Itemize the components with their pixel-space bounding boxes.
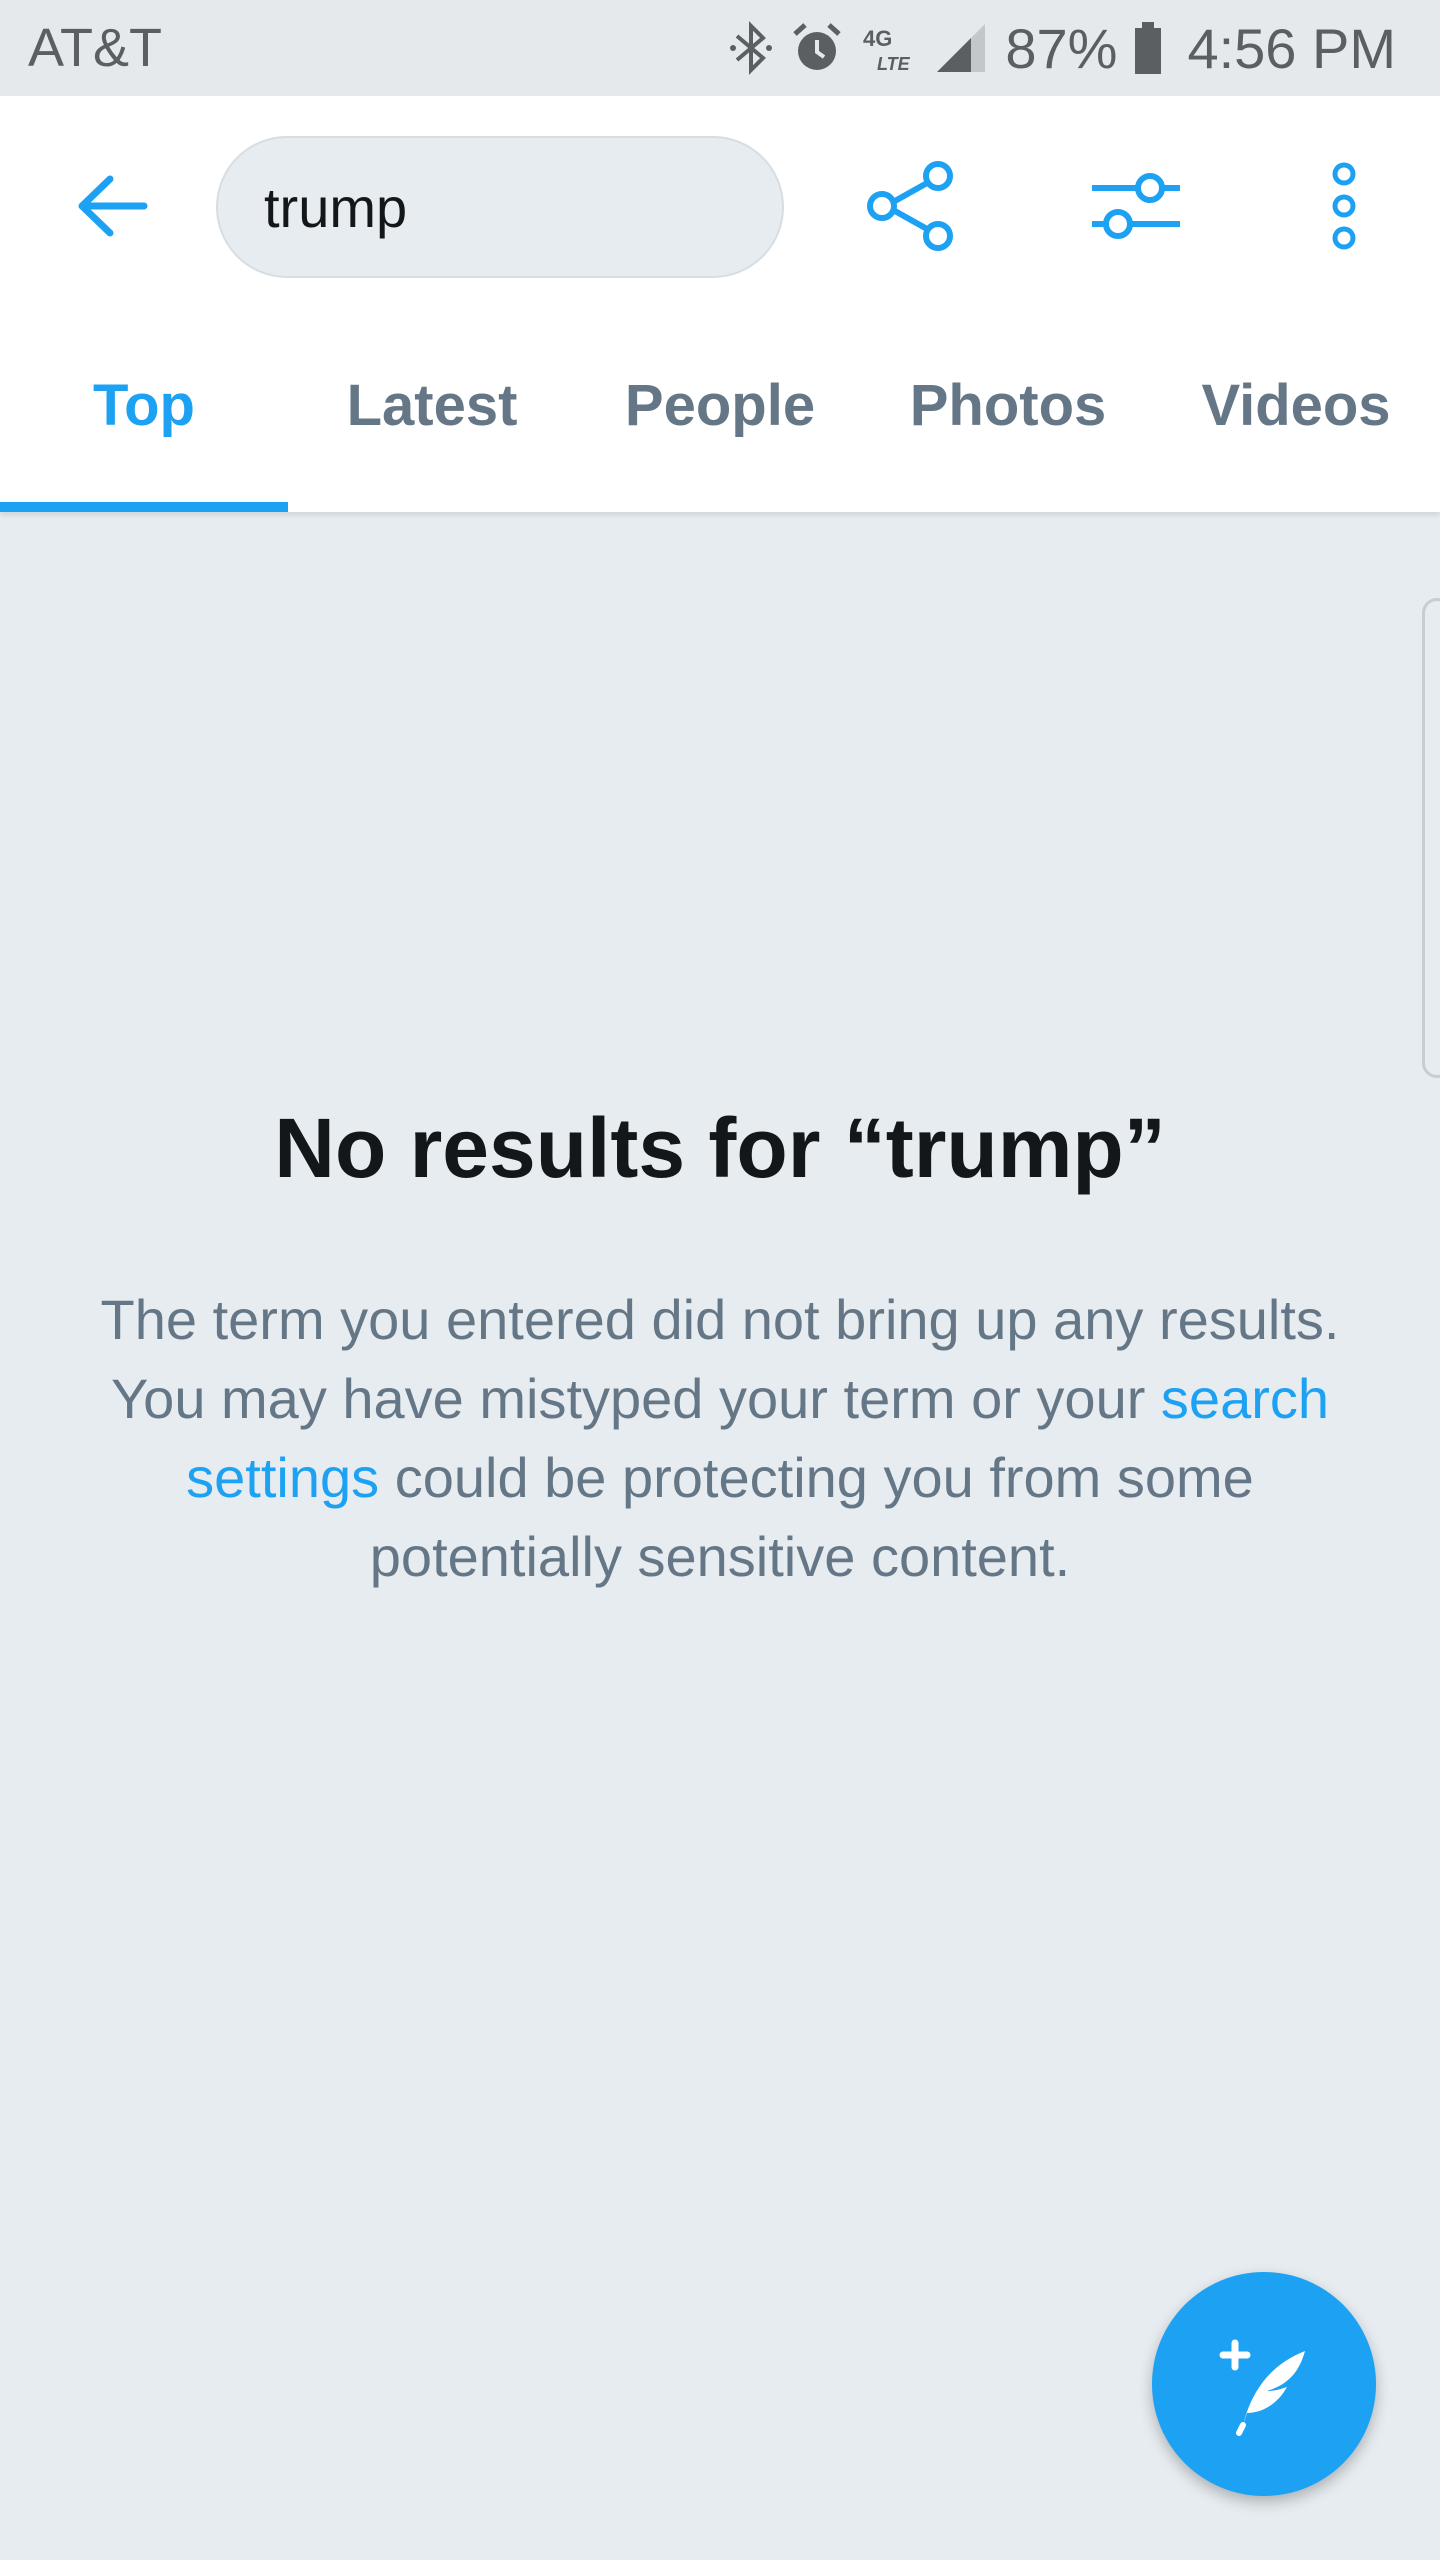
- tab-label: Latest: [346, 372, 518, 438]
- tab-label: Photos: [909, 372, 1107, 438]
- share-button[interactable]: [852, 146, 972, 266]
- tab-label: Videos: [1201, 372, 1391, 438]
- search-filters-button[interactable]: [1076, 146, 1196, 266]
- arrow-left-icon: [78, 175, 148, 237]
- no-results-title: No results for “trump”: [274, 1101, 1166, 1195]
- message-text: could be protecting you from some potent…: [369, 1446, 1254, 1588]
- back-button[interactable]: [52, 146, 172, 266]
- more-vertical-icon: [1332, 162, 1356, 250]
- message-text: The term you entered did not bring up an…: [100, 1288, 1340, 1430]
- tab-people[interactable]: People: [576, 318, 864, 512]
- signal-icon: [937, 24, 986, 72]
- search-input[interactable]: trump: [216, 136, 784, 278]
- bluetooth-icon: [730, 21, 773, 75]
- clock-time: 4:56 PM: [1187, 16, 1396, 80]
- network-type-icon: 4G LTE: [863, 26, 911, 74]
- more-options-button[interactable]: [1284, 146, 1404, 266]
- compose-tweet-icon: [1219, 2339, 1305, 2436]
- svg-text:4G: 4G: [863, 26, 892, 51]
- search-toolbar: trump: [0, 96, 1440, 318]
- tab-label: People: [624, 372, 816, 438]
- search-app-bar: trump Top Latest People Photos Videos: [0, 96, 1440, 512]
- no-results-message: The term you entered did not bring up an…: [100, 1280, 1340, 1596]
- alarm-icon: [793, 23, 842, 70]
- status-bar: AT&T 4G LTE 87% 4:56 PM: [0, 0, 1440, 96]
- edge-panel-handle[interactable]: [1422, 598, 1440, 1078]
- search-result-tabs: Top Latest People Photos Videos: [0, 318, 1440, 512]
- carrier-label: AT&T: [28, 18, 162, 78]
- tab-top[interactable]: Top: [0, 318, 288, 512]
- status-icons: 4G LTE 87% 4:56 PM: [729, 16, 1396, 81]
- battery-percentage: 87%: [1005, 16, 1118, 80]
- share-icon: [867, 161, 953, 251]
- compose-tweet-button[interactable]: [1152, 2272, 1376, 2496]
- battery-icon: [1135, 22, 1162, 74]
- search-query-text: trump: [264, 175, 408, 239]
- svg-text:LTE: LTE: [877, 54, 911, 74]
- tab-photos[interactable]: Photos: [864, 318, 1152, 512]
- screen: AT&T 4G LTE 87% 4:56 PM trump Top Latest…: [0, 0, 1440, 2560]
- tab-latest[interactable]: Latest: [288, 318, 576, 512]
- tab-videos[interactable]: Videos: [1152, 318, 1440, 512]
- active-tab-indicator: [0, 502, 288, 512]
- tab-label: Top: [93, 372, 195, 438]
- sliders-icon: [1092, 173, 1180, 239]
